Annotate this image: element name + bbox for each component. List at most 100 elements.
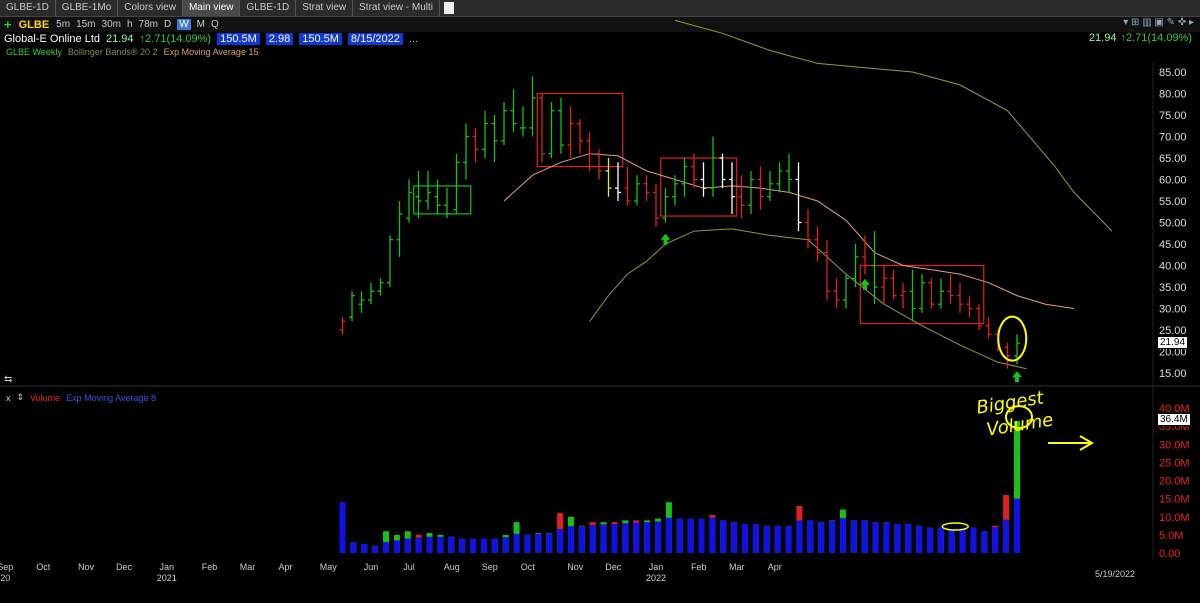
volume-bar-base xyxy=(633,522,640,553)
x-tick-label: Feb xyxy=(691,562,707,572)
price-tick-label: 70.00 xyxy=(1159,132,1187,144)
price-tick-label: 50.00 xyxy=(1159,218,1187,230)
buy-arrow xyxy=(660,233,671,245)
volume-bar-base xyxy=(600,524,607,553)
volume-bar-base xyxy=(361,543,368,553)
price-tick-label: 75.00 xyxy=(1159,110,1187,122)
volume-bar-base xyxy=(883,522,890,553)
x-tick-year: 2021 xyxy=(157,573,177,583)
volume-bar-base xyxy=(687,518,694,553)
volume-bar-base xyxy=(905,524,912,553)
volume-bar-base xyxy=(491,538,498,553)
price-tick-label: 15.00 xyxy=(1159,368,1187,380)
x-tick-label: Nov xyxy=(78,562,95,572)
price-tick-label: 60.00 xyxy=(1159,175,1187,187)
volume-bar-base xyxy=(404,538,411,553)
x-tick-label: Sep xyxy=(0,562,13,572)
bollinger-lower-line xyxy=(589,228,1027,370)
x-tick-label: Jun xyxy=(364,562,379,572)
volume-bar-base xyxy=(578,526,585,553)
volume-bar-base xyxy=(937,527,944,553)
annotation-arrow xyxy=(1048,435,1094,451)
x-tick-label: Apr xyxy=(278,562,292,572)
x-tick-label: Feb xyxy=(202,562,218,572)
annotation-oval-volume xyxy=(941,522,969,531)
volume-bar-base xyxy=(459,538,466,553)
volume-bar-base xyxy=(611,524,618,553)
volume-bar-base xyxy=(731,522,738,553)
buy-arrow xyxy=(860,278,870,290)
price-tick-label: 55.00 xyxy=(1159,196,1187,208)
volume-bar-base xyxy=(948,529,955,553)
volume-bar-base xyxy=(981,531,988,553)
last-volume-tag: 36.4M xyxy=(1157,413,1191,426)
volume-bar-base xyxy=(850,520,857,553)
x-tick-label: Jan xyxy=(649,562,664,572)
x-tick-label: Dec xyxy=(116,562,133,572)
volume-bar-base xyxy=(1003,519,1010,553)
x-tick-label: May xyxy=(320,562,338,572)
volume-bar-base xyxy=(872,522,879,553)
volume-bar-base xyxy=(894,524,901,553)
volume-tick-label: 20.0M xyxy=(1159,476,1190,488)
volume-tick-label: 15.0M xyxy=(1159,494,1190,506)
buy-arrow xyxy=(1012,371,1022,383)
volume-bar-base xyxy=(676,518,683,553)
volume-bar-base xyxy=(415,537,422,553)
volume-tick-label: 30.0M xyxy=(1159,439,1190,451)
volume-bar-base xyxy=(557,529,564,553)
price-tick-label: 30.00 xyxy=(1159,304,1187,316)
volume-bar-base xyxy=(970,527,977,553)
volume-bar-base xyxy=(535,533,542,553)
volume-bar-base xyxy=(763,525,770,553)
volume-bar-base xyxy=(589,525,596,553)
volume-bar-base xyxy=(513,533,520,553)
x-tick-label: Mar xyxy=(729,562,745,572)
last-price-tag: 21.94 xyxy=(1157,336,1189,349)
x-tick-label: Jul xyxy=(403,562,415,572)
volume-bar-base xyxy=(622,523,629,553)
price-tick-label: 45.00 xyxy=(1159,239,1187,251)
annotation-circle-price xyxy=(997,315,1028,362)
volume-tick-label: 0.00 xyxy=(1159,548,1180,560)
price-tick-label: 85.00 xyxy=(1159,67,1187,79)
volume-bar-base xyxy=(916,525,923,553)
volume-tick-label: 25.0M xyxy=(1159,457,1190,469)
volume-tick-label: 10.0M xyxy=(1159,512,1190,524)
x-tick-label: Oct xyxy=(36,562,51,572)
consolidation-box xyxy=(413,185,472,215)
x-tick-label: Nov xyxy=(567,562,584,572)
volume-bar-base xyxy=(502,537,509,553)
volume-bar-base xyxy=(426,536,433,553)
volume-bar-base xyxy=(785,525,792,553)
volume-bar-base xyxy=(448,536,455,553)
volume-bar-base xyxy=(654,521,661,553)
volume-bar-base xyxy=(470,538,477,553)
volume-bar-base xyxy=(839,518,846,553)
volume-bar-base xyxy=(774,525,781,553)
price-tick-label: 35.00 xyxy=(1159,282,1187,294)
x-tick-year: 20 xyxy=(0,573,10,583)
volume-bar-base xyxy=(926,527,933,553)
volume-bar-base xyxy=(829,520,836,553)
volume-bar-base xyxy=(861,520,868,553)
price-tick-label: 65.00 xyxy=(1159,153,1187,165)
x-tick-label: Mar xyxy=(240,562,256,572)
volume-bar-base xyxy=(644,522,651,553)
volume-bar-base xyxy=(350,542,357,553)
volume-bar-base xyxy=(796,520,803,553)
price-tick-label: 40.00 xyxy=(1159,261,1187,273)
bollinger-upper-line xyxy=(674,19,1113,232)
x-tick-label: Sep xyxy=(482,562,498,572)
volume-bar-base xyxy=(720,520,727,553)
x-tick-label: Jan xyxy=(159,562,174,572)
x-tick-label: Apr xyxy=(768,562,782,572)
price-volume-chart[interactable]: 15.0020.0025.0030.0035.0040.0045.0050.00… xyxy=(0,0,1200,603)
last-date-label: 5/19/2022 xyxy=(1095,569,1136,579)
volume-bar-base xyxy=(567,526,574,553)
x-tick-label: Oct xyxy=(521,562,536,572)
volume-bar-base xyxy=(818,522,825,553)
volume-bar-base xyxy=(393,540,400,553)
volume-bar-base xyxy=(546,533,553,553)
volume-bar-base xyxy=(698,518,705,553)
